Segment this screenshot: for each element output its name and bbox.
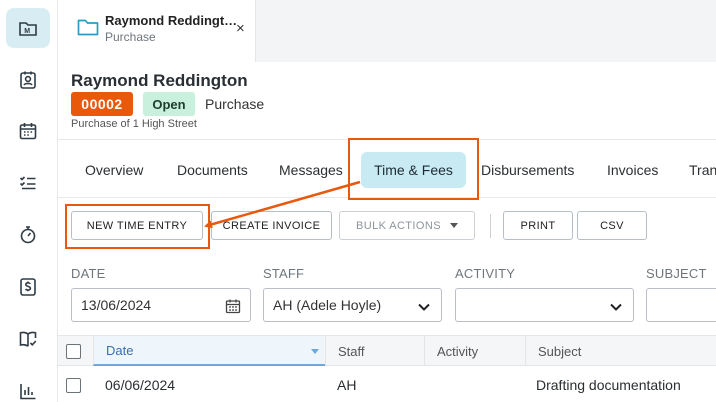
date-filter-value: 13/06/2024 bbox=[81, 297, 152, 313]
staff-filter-select[interactable]: AH (Adele Hoyle) bbox=[263, 288, 442, 322]
tab-disbursements[interactable]: Disbursements bbox=[481, 162, 574, 178]
date-column-label: Date bbox=[106, 342, 134, 358]
date-column-header[interactable]: Date bbox=[93, 336, 325, 366]
timer-icon[interactable] bbox=[6, 215, 50, 255]
tab-messages[interactable]: Messages bbox=[279, 162, 343, 178]
row-subject: Drafting documentation bbox=[536, 377, 681, 393]
bulk-actions-button[interactable]: BULK ACTIONS bbox=[339, 211, 475, 240]
create-invoice-button[interactable]: CREATE INVOICE bbox=[211, 211, 332, 240]
svg-text:M: M bbox=[24, 28, 30, 35]
row-staff: AH bbox=[337, 377, 357, 393]
tasks-icon[interactable] bbox=[6, 163, 50, 203]
calendar-picker-icon[interactable] bbox=[225, 298, 241, 314]
calendar-icon[interactable] bbox=[6, 111, 50, 151]
matter-name: Raymond Reddington bbox=[71, 71, 248, 90]
header-divider bbox=[58, 139, 716, 140]
matters-icon[interactable]: M bbox=[6, 8, 50, 48]
date-filter-label: DATE bbox=[71, 266, 106, 281]
chevron-down-icon bbox=[610, 303, 622, 311]
folder-icon bbox=[77, 19, 99, 36]
bulk-actions-label: BULK ACTIONS bbox=[356, 219, 441, 232]
tab-documents[interactable]: Documents bbox=[177, 162, 248, 178]
row-date: 06/06/2024 bbox=[105, 377, 176, 393]
row-checkbox[interactable] bbox=[66, 378, 81, 393]
document-tab-strip: Raymond Reddingt… Purchase × bbox=[58, 0, 716, 62]
close-tab-icon[interactable]: × bbox=[236, 20, 245, 37]
billing-icon[interactable] bbox=[6, 267, 50, 307]
select-all-checkbox[interactable] bbox=[66, 344, 81, 359]
activity-column-header[interactable]: Activity bbox=[424, 336, 525, 366]
reports-icon[interactable] bbox=[6, 371, 50, 402]
contacts-icon[interactable] bbox=[6, 60, 50, 100]
icon-rail: M bbox=[0, 0, 58, 402]
tab-overview[interactable]: Overview bbox=[85, 162, 143, 178]
staff-column-header[interactable]: Staff bbox=[325, 336, 424, 366]
activity-filter-label: ACTIVITY bbox=[455, 266, 516, 281]
subject-filter-label: SUBJECT bbox=[646, 266, 707, 281]
print-button[interactable]: PRINT bbox=[503, 211, 573, 240]
tab-transactions[interactable]: Tran bbox=[689, 162, 716, 178]
staff-filter-value: AH (Adele Hoyle) bbox=[273, 297, 382, 313]
table-header: Date Staff Activity Subject bbox=[58, 335, 716, 366]
csv-button[interactable]: CSV bbox=[577, 211, 647, 240]
activity-filter-select[interactable] bbox=[455, 288, 634, 322]
nav-divider bbox=[58, 197, 716, 198]
caret-down-icon bbox=[449, 223, 458, 228]
open-tab-title: Raymond Reddingt… bbox=[105, 13, 238, 28]
subject-filter-input[interactable] bbox=[646, 288, 716, 322]
matter-number-badge: 00002 bbox=[71, 92, 133, 116]
status-badge: Open bbox=[143, 92, 195, 116]
matter-type: Purchase bbox=[205, 96, 265, 112]
tab-time-and-fees[interactable]: Time & Fees bbox=[361, 152, 466, 188]
new-time-entry-button[interactable]: NEW TIME ENTRY bbox=[71, 211, 203, 240]
library-icon[interactable] bbox=[6, 319, 50, 359]
subject-column-header[interactable]: Subject bbox=[525, 336, 716, 366]
sort-arrow-icon bbox=[311, 349, 319, 354]
toolbar-divider bbox=[490, 214, 491, 238]
open-matter-tab[interactable]: Raymond Reddingt… Purchase × bbox=[58, 0, 256, 62]
chevron-down-icon bbox=[418, 303, 430, 311]
date-filter-input[interactable]: 13/06/2024 bbox=[71, 288, 251, 322]
staff-filter-label: STAFF bbox=[263, 266, 305, 281]
tab-invoices[interactable]: Invoices bbox=[607, 162, 658, 178]
open-tab-subtitle: Purchase bbox=[105, 30, 156, 44]
app-window: M Raymond Reddingt… Purchase × Raymond R… bbox=[0, 0, 716, 402]
matter-description: Purchase of 1 High Street bbox=[71, 118, 197, 130]
